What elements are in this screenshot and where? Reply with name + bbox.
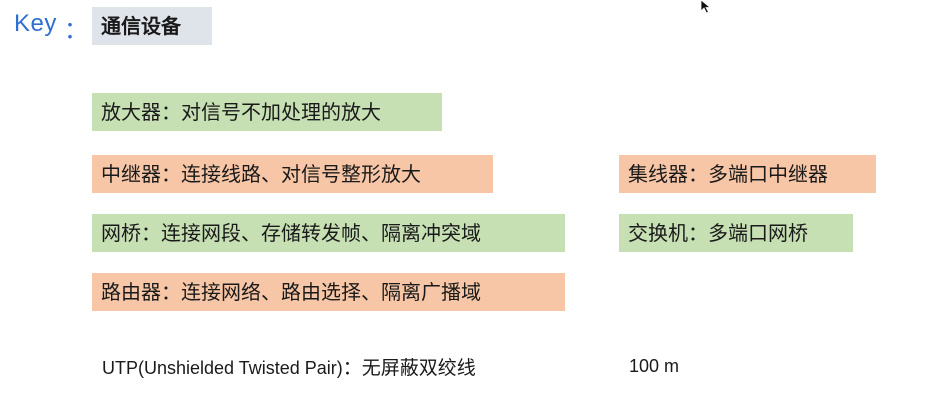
switch-box: 交换机：多端口网桥: [619, 214, 853, 252]
amplifier-box: 放大器：对信号不加处理的放大: [92, 93, 442, 131]
utp-line: UTP(Unshielded Twisted Pair)：无屏蔽双绞线: [102, 353, 476, 380]
bridge-box: 网桥：连接网段、存储转发帧、隔离冲突域: [92, 214, 565, 252]
hub-box: 集线器：多端口中继器: [619, 155, 876, 193]
mouse-pointer-icon: [700, 0, 712, 14]
utp-definition: ：无屏蔽双绞线: [342, 357, 476, 379]
topic-title: 通信设备: [92, 7, 212, 45]
key-label: Key: [14, 10, 57, 37]
repeater-box: 中继器：连接线路、对信号整形放大: [92, 155, 493, 193]
key-colon: ：: [64, 17, 88, 44]
utp-distance: 100 m: [629, 356, 680, 376]
utp-term: UTP(Unshielded Twisted Pair): [102, 358, 343, 378]
router-box: 路由器：连接网络、路由选择、隔离广播域: [92, 273, 565, 311]
